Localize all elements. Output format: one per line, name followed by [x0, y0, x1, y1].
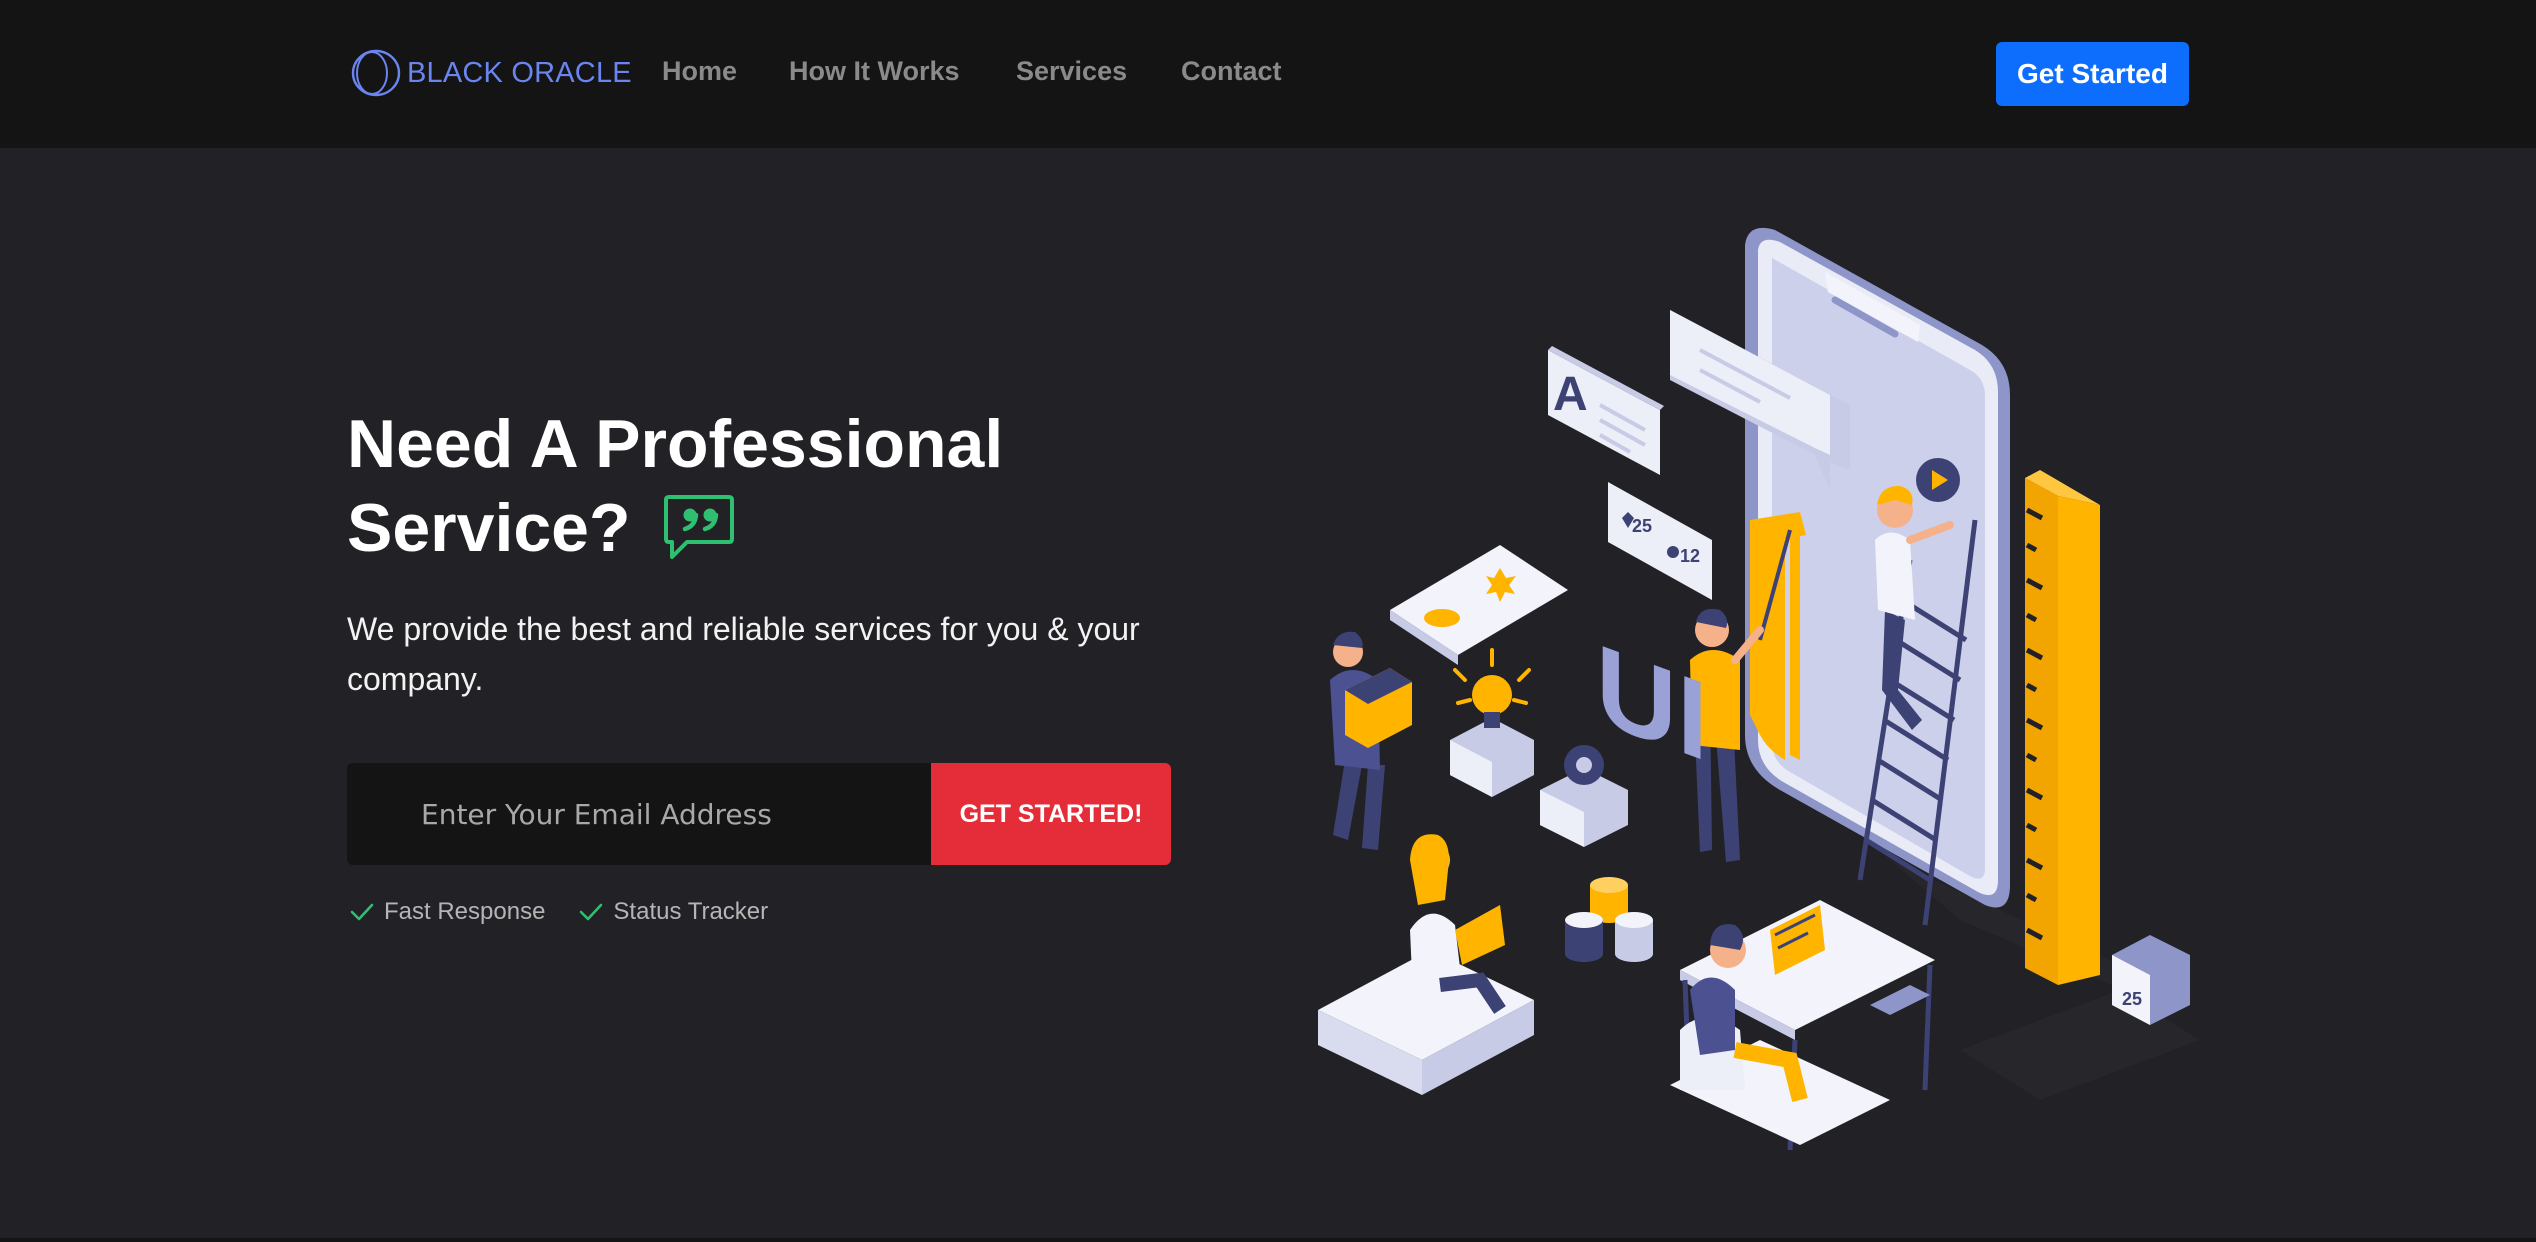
circle-logo-icon — [351, 49, 401, 97]
gear-box-illustration — [1540, 745, 1628, 847]
social-card-illustration: 25 12 — [1608, 482, 1712, 600]
brand-logo[interactable]: BLACK ORACLE — [349, 48, 632, 98]
isometric-app-team-illustration: 25 A 25 12 UI — [1318, 227, 2200, 1151]
man-at-desk-illustration — [1670, 900, 1935, 1151]
check-icon — [580, 903, 603, 921]
nav-link-services[interactable]: Services — [1016, 56, 1127, 87]
ui-letters: UI — [1596, 619, 1708, 786]
feature-label: Fast Response — [384, 898, 546, 925]
comments-count: 12 — [1680, 546, 1700, 566]
hero-subtitle: We provide the best and reliable service… — [347, 611, 1140, 697]
likes-count: 25 — [1632, 516, 1652, 536]
nav-link-how-it-works[interactable]: How It Works — [789, 56, 960, 87]
email-input[interactable] — [347, 763, 931, 865]
quote-bubble-icon — [664, 495, 735, 560]
database-illustration — [1565, 877, 1653, 962]
delivery-person-illustration — [1330, 631, 1412, 850]
letter-card-letter: A — [1553, 368, 1588, 421]
feature-item: Fast Response — [350, 898, 545, 926]
woman-with-laptop-illustration — [1318, 834, 1534, 1095]
certificate-illustration — [1390, 545, 1568, 665]
nav-link-home[interactable]: Home — [662, 56, 737, 87]
hero-title-line2: Service? — [347, 490, 631, 566]
nav-link-contact[interactable]: Contact — [1181, 56, 1282, 87]
ui-letters-illustration: UI — [1596, 619, 1708, 786]
letter-card-illustration: A — [1548, 346, 1664, 475]
navbar: BLACK ORACLE Home How It Works Services … — [0, 0, 2536, 148]
feature-list: Fast Response Status Tracker — [350, 898, 802, 926]
hero-title: Need A Professional Service? — [347, 402, 1247, 570]
hero-title-line1: Need A Professional — [347, 406, 1004, 482]
page-bottom-divider — [0, 1238, 2536, 1242]
check-icon — [350, 903, 374, 921]
email-signup-form: GET STARTED! — [347, 763, 1171, 865]
get-started-button[interactable]: Get Started — [1996, 42, 2189, 106]
signup-submit-button[interactable]: GET STARTED! — [931, 763, 1171, 865]
idea-box-illustration — [1450, 648, 1534, 797]
feature-item: Status Tracker — [579, 898, 768, 926]
calendar-day: 25 — [2122, 989, 2142, 1009]
feature-label: Status Tracker — [613, 898, 769, 925]
ruler-illustration — [2025, 470, 2100, 985]
brand-name: BLACK ORACLE — [407, 56, 632, 89]
